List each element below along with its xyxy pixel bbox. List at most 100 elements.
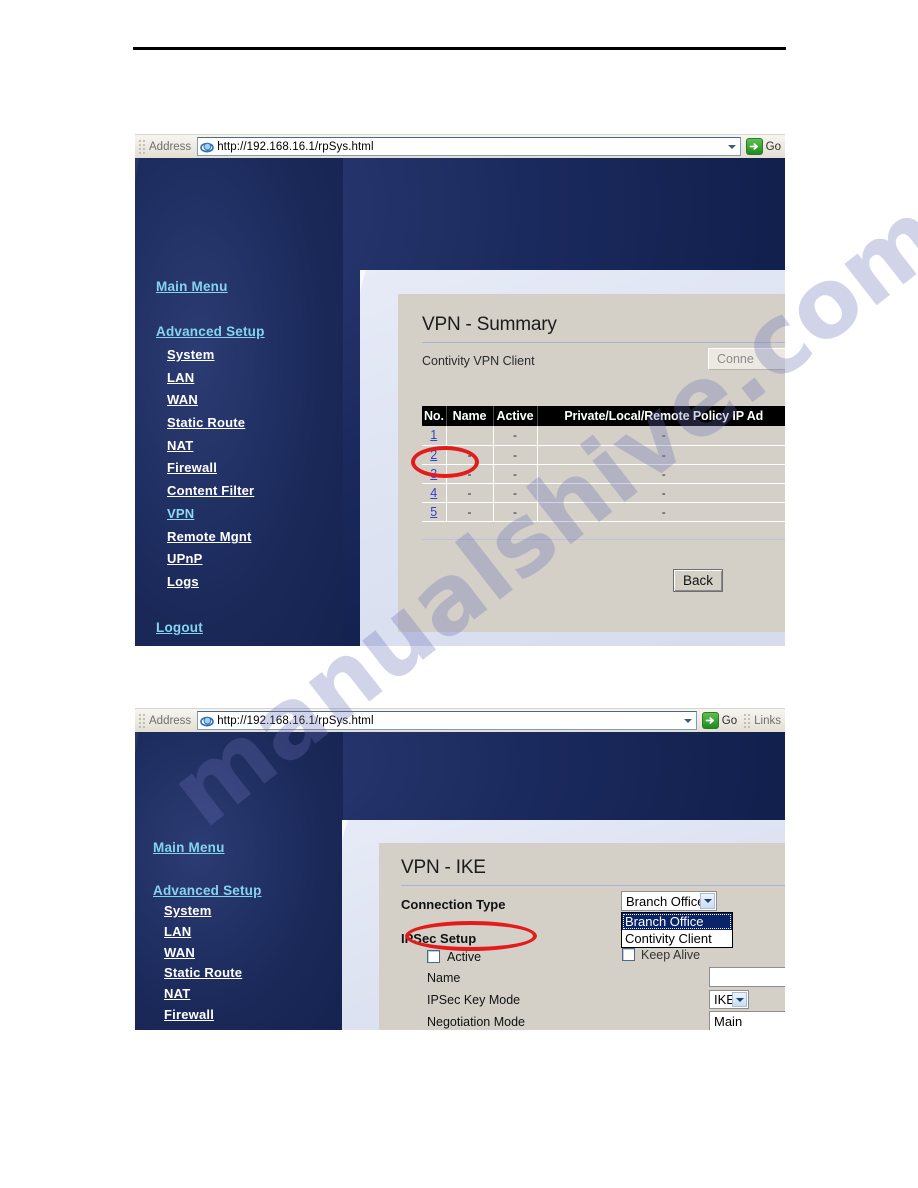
sidebar-item-remote-mgnt[interactable]: Remote Mgnt: [167, 530, 252, 543]
table-cell-active: -: [493, 483, 538, 503]
active-checkbox[interactable]: [427, 950, 440, 963]
sidebar-item-vpn[interactable]: VPN: [167, 507, 194, 520]
connection-type-dropdown-list[interactable]: Branch Office Contivity Client: [621, 912, 733, 948]
toolbar-separator-icon: [743, 712, 753, 729]
sidebar-item-advanced-setup[interactable]: Advanced Setup: [156, 325, 265, 339]
address-input-1[interactable]: http://192.168.16.1/rpSys.html: [197, 137, 741, 156]
table-cell-name: -: [446, 502, 494, 522]
internet-explorer-icon: [200, 140, 214, 154]
connection-type-select[interactable]: Branch Office: [621, 891, 717, 911]
vpn-summary-table: No. Name Active Private/Local/Remote Policy…: [422, 406, 785, 522]
sidebar-item-logs[interactable]: Logs: [167, 575, 199, 588]
active-label: Active: [447, 950, 482, 964]
address-url-text: http://192.168.16.1/rpSys.html: [217, 714, 374, 727]
sidebar-item-lan[interactable]: LAN: [164, 925, 191, 938]
ipsec-key-mode-select[interactable]: IKE: [709, 990, 749, 1009]
chevron-down-icon: [683, 718, 692, 723]
table-row: 1 --: [422, 426, 785, 446]
screenshot-vpn-summary: Address http://192.168.16.1/rpSys.html G…: [135, 134, 785, 646]
title-divider-2: [401, 885, 785, 886]
keep-alive-label: Keep Alive: [641, 948, 701, 962]
back-button-1[interactable]: Back: [673, 569, 723, 592]
browser-address-bar-2: Address http://192.168.16.1/rpSys.html G…: [135, 708, 785, 732]
address-label: Address: [149, 140, 192, 153]
router-web-ui-1: Main Menu Advanced Setup System LAN WAN Stati…: [135, 158, 785, 646]
ipsec-key-mode-label: IPSec Key Mode: [427, 993, 521, 1007]
toolbar-grip-icon: [138, 712, 147, 729]
table-cell-no: 2: [422, 445, 447, 465]
vpn-rule-link-5[interactable]: 5: [430, 505, 437, 519]
sidebar-item-wan[interactable]: WAN: [167, 393, 198, 406]
sidebar-item-logout[interactable]: Logout: [156, 621, 203, 635]
page-title-1: VPN - Summary: [422, 314, 557, 335]
table-row: 3---: [422, 464, 785, 484]
table-cell-no: 3: [422, 464, 447, 484]
sidebar-item-lan[interactable]: LAN: [167, 371, 194, 384]
vpn-rule-link-4[interactable]: 4: [430, 486, 437, 500]
address-input-2[interactable]: http://192.168.16.1/rpSys.html: [197, 711, 697, 730]
table-row: 4---: [422, 483, 785, 503]
green-arrow-icon: [701, 712, 719, 729]
keep-alive-checkbox[interactable]: [622, 948, 635, 961]
table-cell-policy: -: [537, 445, 785, 465]
router-web-ui-2: Main Menu Advanced Setup System LAN WAN Stati…: [135, 732, 785, 1030]
sidebar-item-static-route[interactable]: Static Route: [167, 416, 245, 429]
toolbar-grip-icon: [138, 138, 147, 155]
sidebar-item-system[interactable]: System: [167, 348, 214, 361]
table-header-row: No. Name Active Private/Local/Remote Policy…: [422, 406, 785, 426]
page-title-2: VPN - IKE: [401, 857, 486, 878]
green-arrow-icon: [745, 138, 763, 155]
table-header-1: Name: [446, 406, 494, 426]
vpn-rule-link-2[interactable]: 2: [430, 448, 437, 462]
content-card-outer-1: VPN - Summary Contivity VPN Client Conne…: [360, 270, 785, 646]
table-cell-name: -: [446, 483, 494, 503]
table-cell-active: -: [493, 445, 538, 465]
connection-type-value: Branch Office: [626, 893, 705, 909]
sidebar-item-advanced-setup[interactable]: Advanced Setup: [153, 884, 262, 898]
sidebar-item-main-menu[interactable]: Main Menu: [153, 841, 225, 855]
go-button-2[interactable]: Go: [697, 712, 741, 729]
table-header-3: Private/Local/Remote Policy IP Ad: [537, 406, 785, 426]
sidebar-item-content-filter[interactable]: Content Filter: [167, 484, 254, 497]
sidebar-item-wan[interactable]: WAN: [164, 946, 195, 959]
vpn-rule-link-1[interactable]: 1: [430, 428, 437, 442]
dropdown-option-contivity-client[interactable]: Contivity Client: [622, 930, 732, 947]
sidebar-item-firewall[interactable]: Firewall: [167, 461, 217, 474]
sidebar-item-firewall[interactable]: Firewall: [164, 1008, 214, 1021]
address-dropdown-button[interactable]: [679, 712, 696, 729]
negotiation-mode-select[interactable]: Main: [709, 1011, 785, 1030]
address-label: Address: [149, 714, 192, 727]
table-cell-policy: -: [537, 464, 785, 484]
content-card-2: VPN - IKE Connection Type IPSec Setup Ac…: [379, 843, 785, 1030]
table-cell-no: 5: [422, 502, 447, 522]
title-divider-1: [422, 342, 785, 343]
go-button-1[interactable]: Go: [741, 138, 785, 155]
address-url-text: http://192.168.16.1/rpSys.html: [217, 140, 374, 153]
sidebar-item-nat[interactable]: NAT: [164, 987, 190, 1000]
table-header-0: No.: [422, 406, 447, 426]
vpn-rule-link-3[interactable]: 3: [430, 467, 437, 481]
table-cell-active: -: [493, 502, 538, 522]
sidebar-item-main-menu[interactable]: Main Menu: [156, 280, 228, 294]
browser-address-bar-1: Address http://192.168.16.1/rpSys.html G…: [135, 134, 785, 158]
page-header-rule: [133, 47, 786, 50]
table-cell-active: -: [493, 464, 538, 484]
connect-button[interactable]: Conne: [708, 348, 785, 370]
name-input[interactable]: [709, 967, 785, 987]
table-cell-name: -: [446, 445, 494, 465]
ipsec-setup-label: IPSec Setup: [401, 931, 477, 946]
negotiation-mode-value: Main: [714, 1013, 743, 1029]
address-dropdown-button[interactable]: [723, 138, 740, 155]
screenshot-vpn-ike: Address http://192.168.16.1/rpSys.html G…: [135, 708, 785, 1030]
content-card-outer-2: VPN - IKE Connection Type IPSec Setup Ac…: [342, 820, 785, 1030]
sidebar-item-upnp[interactable]: UPnP: [167, 552, 202, 565]
table-row: 2---: [422, 445, 785, 465]
sidebar-item-nat[interactable]: NAT: [167, 439, 193, 452]
sidebar-item-static-route[interactable]: Static Route: [164, 966, 242, 979]
dropdown-option-branch-office[interactable]: Branch Office: [622, 913, 732, 930]
go-label: Go: [721, 714, 738, 727]
negotiation-mode-label: Negotiation Mode: [427, 1015, 525, 1029]
table-cell-no: 4: [422, 483, 447, 503]
links-label: Links: [754, 714, 781, 727]
sidebar-item-system[interactable]: System: [164, 904, 211, 917]
